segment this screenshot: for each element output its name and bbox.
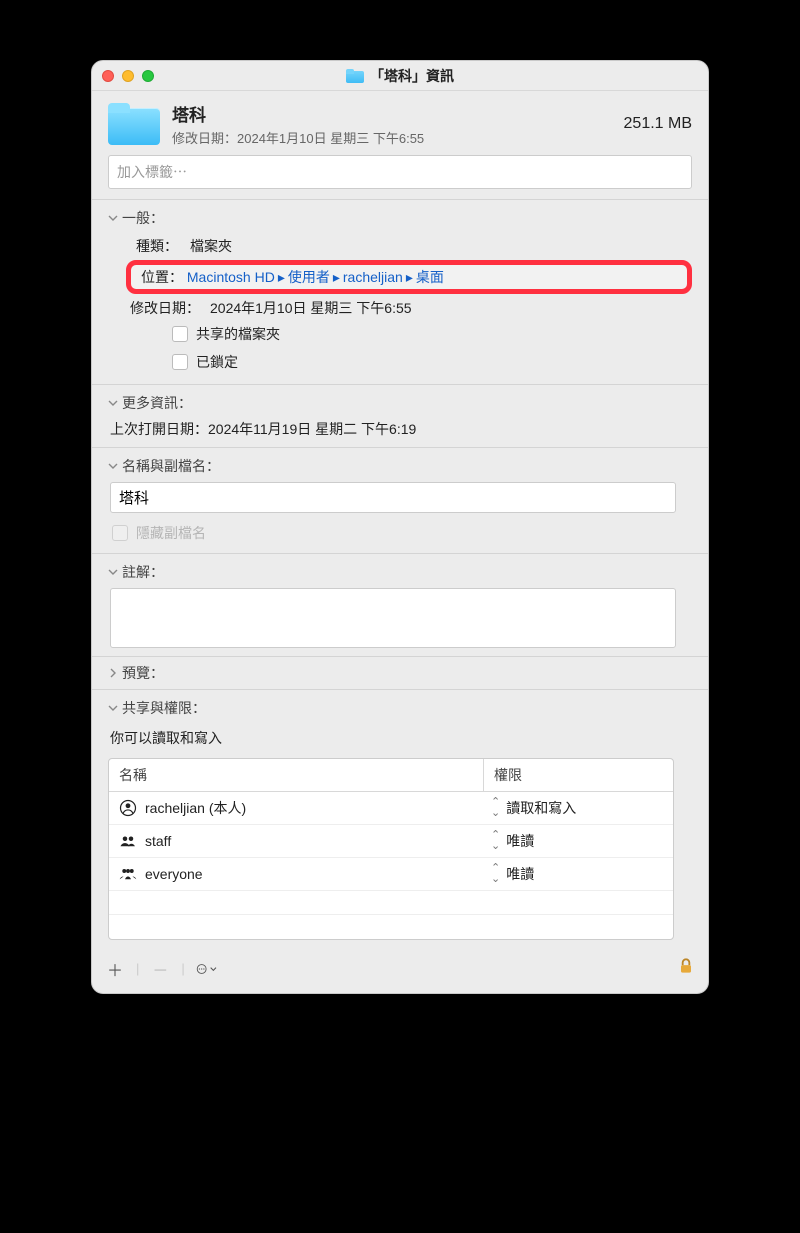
updown-icon: ⌃⌄: [491, 797, 500, 819]
perm-name-2: everyone: [145, 866, 203, 882]
zoom-button[interactable]: [142, 70, 154, 82]
action-menu-button[interactable]: [195, 959, 217, 979]
group-icon: [119, 832, 137, 850]
group-icon: [119, 865, 137, 883]
perm-value-1[interactable]: ⌃⌄ 唯讀: [483, 825, 673, 857]
location-row: 位置： Macintosh HD▸使用者▸racheljian▸桌面: [137, 267, 681, 287]
location-path[interactable]: Macintosh HD▸使用者▸racheljian▸桌面: [187, 269, 444, 285]
section-more-header[interactable]: 更多資訊：: [108, 393, 692, 413]
location-highlight: 位置： Macintosh HD▸使用者▸racheljian▸桌面: [126, 260, 692, 294]
perm-value-2[interactable]: ⌃⌄ 唯讀: [483, 858, 673, 890]
section-name-ext: 名稱與副檔名： 隱藏副檔名: [92, 448, 708, 553]
close-button[interactable]: [102, 70, 114, 82]
section-sharing: 共享與權限： 你可以讀取和寫入 名稱 權限 racheljian (本人) ⌃⌄…: [92, 690, 708, 948]
kind-label: 種類：: [136, 236, 188, 256]
permissions-toolbar: ＋ | － |: [92, 948, 708, 993]
modified-date: 修改日期：2024年1月10日 星期三 下午6:55: [172, 128, 612, 147]
section-name-header[interactable]: 名稱與副檔名：: [108, 456, 692, 476]
section-preview-header[interactable]: 預覽：: [108, 663, 692, 683]
info-window: 「塔科」資訊 塔科 修改日期：2024年1月10日 星期三 下午6:55 251…: [91, 60, 709, 994]
comments-input[interactable]: [110, 588, 676, 648]
section-general-header[interactable]: 一般：: [108, 208, 692, 228]
window-title-text: 「塔科」資訊: [370, 66, 454, 86]
perm-col-privilege[interactable]: 權限: [483, 759, 673, 791]
section-preview: 預覽：: [92, 657, 708, 689]
location-label: 位置：: [141, 269, 183, 285]
last-opened-value: 2024年11月19日 星期二 下午6:19: [208, 421, 416, 437]
item-size: 251.1 MB: [624, 115, 692, 133]
lock-icon[interactable]: [676, 956, 696, 981]
section-comments: 註解：: [92, 554, 708, 656]
tags-input[interactable]: 加入標籤⋯: [108, 155, 692, 189]
chevron-down-icon: [108, 398, 118, 408]
chevron-right-icon: [108, 668, 118, 678]
sharing-note: 你可以讀取和寫入: [108, 724, 692, 758]
add-button[interactable]: ＋: [104, 959, 126, 979]
item-name: 塔科: [172, 101, 612, 126]
section-general: 一般： 種類： 檔案夾 位置： Macintosh HD▸使用者▸rachelj…: [92, 200, 708, 384]
updown-icon: ⌃⌄: [491, 863, 500, 885]
header: 塔科 修改日期：2024年1月10日 星期三 下午6:55 251.1 MB: [92, 91, 708, 155]
last-opened-label: 上次打開日期：: [110, 421, 208, 437]
chevron-down-icon: [108, 213, 118, 223]
kind-value: 檔案夾: [190, 236, 232, 256]
section-comments-header[interactable]: 註解：: [108, 562, 692, 582]
table-row[interactable]: racheljian (本人) ⌃⌄ 讀取和寫入: [109, 792, 673, 825]
chevron-down-icon: [108, 461, 118, 471]
shared-folder-checkbox[interactable]: [172, 326, 188, 342]
modified-value: 2024年1月10日 星期三 下午6:55: [210, 298, 412, 318]
hide-extension-label: 隱藏副檔名: [136, 523, 206, 543]
table-row: [109, 891, 673, 915]
locked-checkbox[interactable]: [172, 354, 188, 370]
table-row[interactable]: everyone ⌃⌄ 唯讀: [109, 858, 673, 891]
remove-button: －: [149, 959, 171, 979]
traffic-lights: [102, 70, 154, 82]
perm-value-0[interactable]: ⌃⌄ 讀取和寫入: [483, 792, 673, 824]
perm-name-1: staff: [145, 833, 171, 849]
locked-label: 已鎖定: [196, 352, 238, 372]
user-icon: [119, 799, 137, 817]
permissions-table: 名稱 權限 racheljian (本人) ⌃⌄ 讀取和寫入: [108, 758, 674, 940]
perm-name-0: racheljian (本人): [145, 798, 246, 818]
updown-icon: ⌃⌄: [491, 830, 500, 852]
titlebar[interactable]: 「塔科」資訊: [92, 61, 708, 91]
name-input[interactable]: [110, 482, 676, 513]
folder-icon: [108, 103, 160, 145]
shared-folder-label: 共享的檔案夾: [196, 324, 280, 344]
chevron-down-icon: [108, 567, 118, 577]
section-sharing-header[interactable]: 共享與權限：: [108, 698, 692, 718]
table-row[interactable]: staff ⌃⌄ 唯讀: [109, 825, 673, 858]
chevron-down-icon: [108, 703, 118, 713]
modified-label: 修改日期：: [130, 298, 208, 318]
hide-extension-checkbox: [112, 525, 128, 541]
window-title: 「塔科」資訊: [92, 66, 708, 86]
perm-col-name[interactable]: 名稱: [109, 759, 483, 791]
folder-icon: [346, 69, 364, 83]
section-more-info: 更多資訊： 上次打開日期：2024年11月19日 星期二 下午6:19: [92, 385, 708, 447]
minimize-button[interactable]: [122, 70, 134, 82]
table-row: [109, 915, 673, 939]
